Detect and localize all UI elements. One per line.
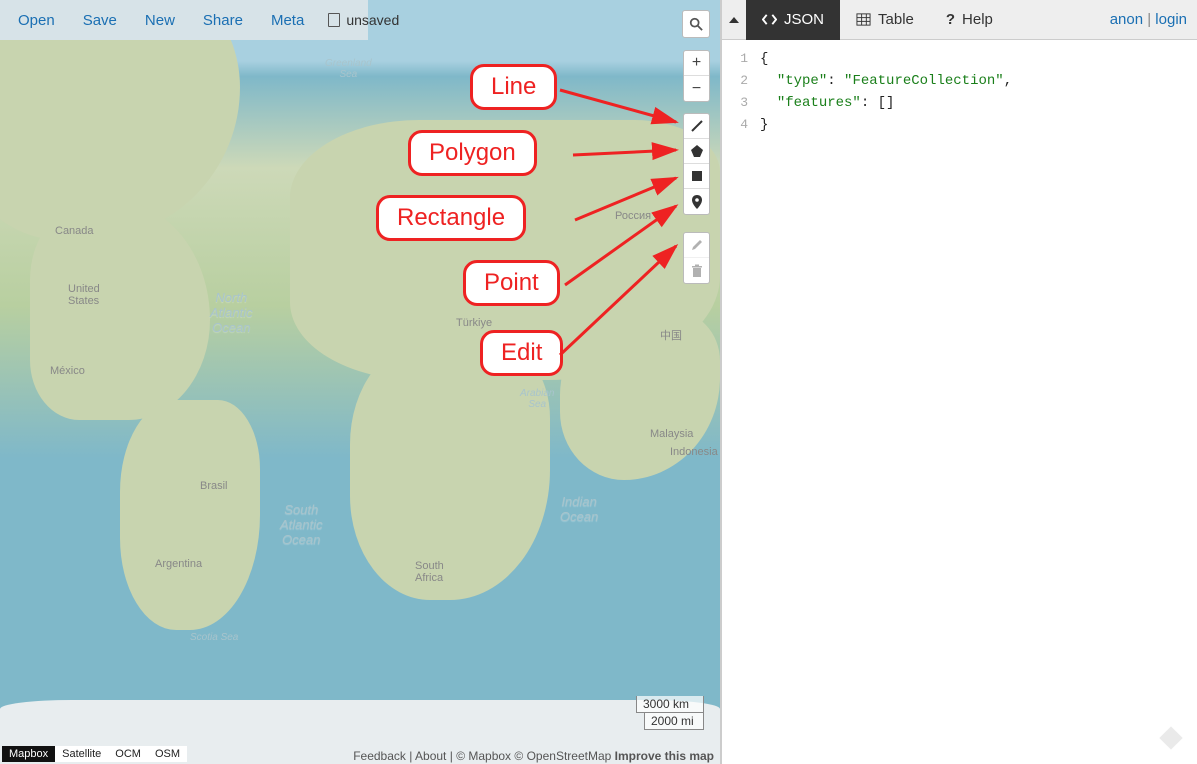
country-turkiye: Türkiye xyxy=(456,317,492,329)
pencil-icon xyxy=(690,238,704,252)
tab-table-label: Table xyxy=(878,11,914,28)
country-mexico: México xyxy=(50,365,85,377)
layer-satellite[interactable]: Satellite xyxy=(55,746,108,762)
user-area: anon | login xyxy=(1100,11,1197,28)
tab-json-label: JSON xyxy=(784,11,824,28)
map-container[interactable]: North Atlantic Ocean South Atlantic Ocea… xyxy=(0,0,720,764)
layer-ocm[interactable]: OCM xyxy=(108,746,148,762)
caret-up-icon xyxy=(729,16,739,24)
question-icon: ? xyxy=(946,11,955,28)
search-button[interactable] xyxy=(682,10,710,38)
draw-point-button[interactable] xyxy=(684,189,709,214)
code-icon xyxy=(762,12,777,27)
osm-credit: © OpenStreetMap xyxy=(514,749,611,763)
table-icon xyxy=(856,12,871,27)
layer-mapbox[interactable]: Mapbox xyxy=(2,746,55,762)
search-icon xyxy=(689,17,703,31)
tab-table[interactable]: Table xyxy=(840,0,930,40)
geojson-logo-icon xyxy=(1157,724,1185,752)
file-status-text: unsaved xyxy=(346,12,399,28)
json-editor[interactable]: 1 2 3 4 { "type": "FeatureCollection", "… xyxy=(722,40,1197,764)
scale-mi: 2000 mi xyxy=(644,713,704,730)
draw-polygon-button[interactable] xyxy=(684,139,709,164)
mapbox-credit: © Mapbox xyxy=(456,749,511,763)
improve-map-link[interactable]: Improve this map xyxy=(615,749,714,763)
scale-control: 3000 km 2000 mi xyxy=(636,696,704,730)
draw-control xyxy=(683,113,710,215)
trash-icon xyxy=(691,264,703,278)
layer-switcher: Mapbox Satellite OCM OSM xyxy=(2,746,187,762)
about-link[interactable]: About xyxy=(415,749,446,763)
zoom-control: + − xyxy=(683,50,710,102)
zoom-out-button[interactable]: − xyxy=(684,76,709,101)
login-link[interactable]: login xyxy=(1155,11,1187,28)
zoom-in-button[interactable]: + xyxy=(684,51,709,76)
country-argentina: Argentina xyxy=(155,558,202,570)
country-canada: Canada xyxy=(55,225,94,237)
main-toolbar: Open Save New Share Meta unsaved xyxy=(0,0,368,40)
sea-label-scotia: Scotia Sea xyxy=(190,632,238,643)
country-south-africa: South Africa xyxy=(415,560,444,584)
country-brasil: Brasil xyxy=(200,480,228,492)
sea-label-greenland: Greenland Sea xyxy=(325,58,372,80)
country-russia: Россия xyxy=(615,210,651,222)
ocean-label-north-atlantic: North Atlantic Ocean xyxy=(210,290,253,335)
anon-link[interactable]: anon xyxy=(1110,11,1143,28)
ocean-label-south-atlantic: South Atlantic Ocean xyxy=(280,502,323,547)
layer-osm[interactable]: OSM xyxy=(148,746,187,762)
tab-help-label: Help xyxy=(962,11,993,28)
edit-control xyxy=(683,232,710,284)
file-icon xyxy=(328,13,340,27)
country-china: 中国 xyxy=(660,327,682,343)
tab-json[interactable]: JSON xyxy=(746,0,840,40)
country-us: United States xyxy=(68,283,100,307)
save-button[interactable]: Save xyxy=(69,12,131,29)
line-icon xyxy=(690,119,704,133)
scale-km: 3000 km xyxy=(636,696,704,713)
collapse-button[interactable] xyxy=(722,0,746,40)
delete-button[interactable] xyxy=(684,258,709,283)
marker-icon xyxy=(691,195,703,209)
ocean-label-indian: Indian Ocean xyxy=(560,494,598,524)
feedback-link[interactable]: Feedback xyxy=(353,749,406,763)
new-button[interactable]: New xyxy=(131,12,189,29)
edit-button[interactable] xyxy=(684,233,709,258)
editor-gutter: 1 2 3 4 xyxy=(722,40,754,764)
file-status: unsaved xyxy=(318,12,409,28)
sea-label-arabian: Arabian Sea xyxy=(520,388,554,410)
share-button[interactable]: Share xyxy=(189,12,257,29)
polygon-icon xyxy=(690,144,704,158)
right-toolbar: JSON Table ? Help anon | login xyxy=(722,0,1197,40)
open-button[interactable]: Open xyxy=(4,12,69,29)
meta-button[interactable]: Meta xyxy=(257,12,318,29)
tab-help[interactable]: ? Help xyxy=(930,0,1009,40)
country-indonesia: Indonesia xyxy=(670,446,718,458)
attribution: Feedback | About | © Mapbox © OpenStreet… xyxy=(353,749,714,763)
rectangle-icon xyxy=(691,170,703,182)
editor-code[interactable]: { "type": "FeatureCollection", "features… xyxy=(754,40,1012,764)
draw-rectangle-button[interactable] xyxy=(684,164,709,189)
country-malaysia: Malaysia xyxy=(650,428,693,440)
draw-line-button[interactable] xyxy=(684,114,709,139)
